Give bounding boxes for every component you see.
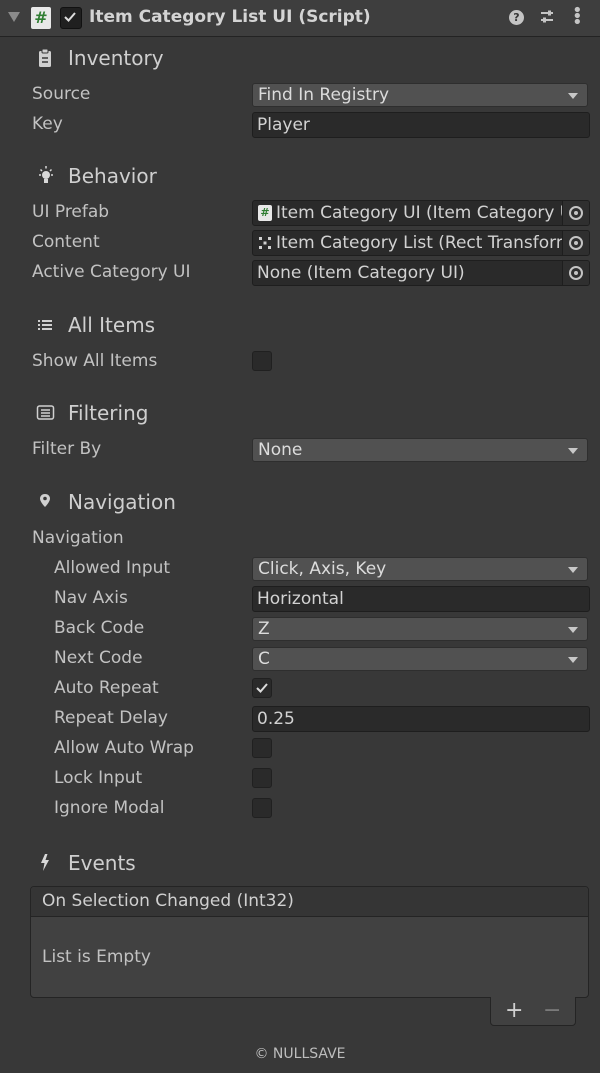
active-category-value: None (Item Category UI) xyxy=(257,263,465,283)
component-enable-toggle[interactable] xyxy=(60,7,82,29)
lock-input-label: Lock Input xyxy=(54,768,143,788)
allow-auto-wrap-checkbox[interactable] xyxy=(252,738,272,758)
lightning-icon xyxy=(36,852,56,874)
back-code-label: Back Code xyxy=(54,618,145,638)
ignore-modal-label: Ignore Modal xyxy=(54,798,165,818)
source-label: Source xyxy=(32,84,91,104)
unity-event-list: On Selection Changed (Int32) List is Emp… xyxy=(30,886,589,998)
active-category-field[interactable]: None (Item Category UI) xyxy=(252,260,590,286)
back-code-value: Z xyxy=(258,619,270,639)
location-pin-icon xyxy=(36,491,56,513)
auto-repeat-label: Auto Repeat xyxy=(54,678,159,698)
key-value: Player xyxy=(257,115,310,135)
filter-by-value: None xyxy=(258,440,303,460)
allow-auto-wrap-label: Allow Auto Wrap xyxy=(54,738,194,758)
next-code-dropdown[interactable]: C xyxy=(252,647,588,671)
section-title-events: Events xyxy=(68,851,136,875)
object-picker-icon[interactable] xyxy=(562,201,589,225)
footer-copyright: © NULLSAVE xyxy=(254,1046,346,1062)
source-dropdown[interactable]: Find In Registry xyxy=(252,83,588,107)
dropdown-arrow-icon xyxy=(568,567,578,573)
help-icon[interactable]: ? xyxy=(509,10,524,25)
event-empty-text: List is Empty xyxy=(42,947,151,967)
dropdown-arrow-icon xyxy=(568,448,578,454)
content-field[interactable]: Item Category List (Rect Transform) xyxy=(252,230,590,256)
section-title-navigation: Navigation xyxy=(68,490,176,514)
allowed-input-dropdown[interactable]: Click, Axis, Key xyxy=(252,557,588,581)
repeat-delay-value: 0.25 xyxy=(257,709,295,729)
event-name: On Selection Changed (Int32) xyxy=(42,891,294,911)
more-icon[interactable]: • • • xyxy=(572,2,583,32)
remove-event-button[interactable]: − xyxy=(543,997,561,1025)
filter-by-dropdown[interactable]: None xyxy=(252,438,588,462)
dropdown-arrow-icon xyxy=(568,657,578,663)
ignore-modal-checkbox[interactable] xyxy=(252,798,272,818)
list-icon xyxy=(36,315,56,337)
repeat-delay-input[interactable]: 0.25 xyxy=(252,706,590,732)
repeat-delay-label: Repeat Delay xyxy=(54,708,168,728)
content-value: Item Category List (Rect Transform) xyxy=(276,233,562,253)
content-label: Content xyxy=(32,232,100,252)
next-code-value: C xyxy=(258,649,270,669)
section-title-all-items: All Items xyxy=(68,313,156,337)
foldout-arrow-icon[interactable] xyxy=(8,12,20,22)
dropdown-arrow-icon xyxy=(568,627,578,633)
event-header: On Selection Changed (Int32) xyxy=(31,887,588,917)
script-icon: # xyxy=(258,205,272,221)
allowed-input-label: Allowed Input xyxy=(54,558,171,578)
show-all-items-label: Show All Items xyxy=(32,351,158,371)
component-header: # Item Category List UI (Script) ? • • • xyxy=(0,0,600,37)
dropdown-arrow-icon xyxy=(568,93,578,99)
clipboard-icon xyxy=(36,48,56,70)
filter-list-icon xyxy=(36,402,56,424)
navigation-group-label: Navigation xyxy=(32,528,124,548)
component-title: Item Category List UI (Script) xyxy=(89,7,371,27)
object-picker-icon[interactable] xyxy=(562,261,589,285)
nav-axis-value: Horizontal xyxy=(257,589,344,609)
section-title-filtering: Filtering xyxy=(68,401,149,425)
show-all-items-checkbox[interactable] xyxy=(252,351,272,371)
key-input[interactable]: Player xyxy=(252,112,590,138)
auto-repeat-checkbox[interactable] xyxy=(252,678,272,698)
next-code-label: Next Code xyxy=(54,648,143,668)
ui-prefab-value: Item Category UI (Item Category UI) xyxy=(276,203,562,223)
rect-transform-icon xyxy=(258,235,272,251)
active-category-label: Active Category UI xyxy=(32,262,191,282)
ui-prefab-label: UI Prefab xyxy=(32,202,110,222)
nav-axis-input[interactable]: Horizontal xyxy=(252,586,590,612)
preset-icon[interactable] xyxy=(539,9,555,30)
object-picker-icon[interactable] xyxy=(562,231,589,255)
section-title-behavior: Behavior xyxy=(68,164,157,188)
back-code-dropdown[interactable]: Z xyxy=(252,617,588,641)
key-label: Key xyxy=(32,114,63,134)
lock-input-checkbox[interactable] xyxy=(252,768,272,788)
filter-by-label: Filter By xyxy=(32,439,102,459)
nav-axis-label: Nav Axis xyxy=(54,588,128,608)
lightbulb-icon xyxy=(36,165,56,187)
event-add-remove-bar: + − xyxy=(490,997,576,1026)
script-icon: # xyxy=(31,7,51,29)
section-title-inventory: Inventory xyxy=(68,46,164,70)
source-value: Find In Registry xyxy=(258,85,390,105)
allowed-input-value: Click, Axis, Key xyxy=(258,559,387,579)
checkmark-icon xyxy=(256,683,268,693)
ui-prefab-field[interactable]: # Item Category UI (Item Category UI) xyxy=(252,200,590,226)
checkmark-icon xyxy=(64,12,76,22)
add-event-button[interactable]: + xyxy=(505,997,523,1025)
